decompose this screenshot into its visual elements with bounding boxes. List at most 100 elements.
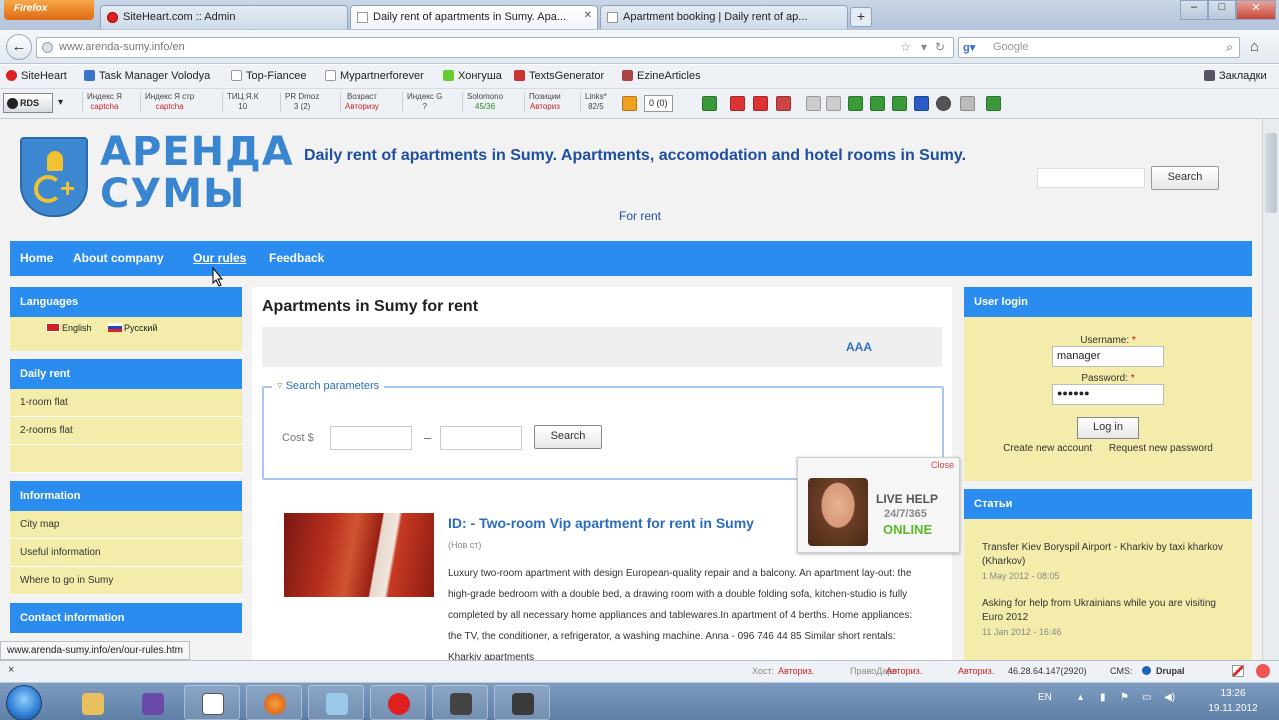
taskbar-firefox[interactable]: [246, 685, 302, 720]
password-field[interactable]: ●●●●●●: [1052, 384, 1164, 405]
host-value[interactable]: Авториз.: [778, 666, 814, 676]
home-icon[interactable]: ⌂: [1250, 38, 1259, 55]
dropdown-icon[interactable]: ▾: [921, 40, 927, 54]
taskbar-app[interactable]: [308, 685, 364, 720]
language-indicator[interactable]: EN: [1038, 692, 1052, 703]
seo-cell[interactable]: Индекс Я стр captcha: [140, 92, 198, 112]
taskbar-recorder[interactable]: [432, 685, 488, 720]
menu-item-1-room[interactable]: 1-room flat: [10, 389, 242, 417]
noscript-icon[interactable]: [1232, 665, 1244, 677]
seo-tool-icon[interactable]: [960, 96, 975, 111]
seo-cell[interactable]: PR Dmoz 3 (2): [280, 92, 323, 112]
font-size-control[interactable]: AAA: [846, 340, 872, 354]
seo-cell[interactable]: Links* 82/5: [580, 92, 611, 112]
gear-icon[interactable]: [936, 96, 951, 111]
request-password-link[interactable]: Request new password: [1109, 443, 1213, 454]
seo-tool-icon[interactable]: [870, 96, 885, 111]
seo-tool-icon[interactable]: [622, 96, 637, 111]
bookmark-siteheart[interactable]: SiteHeart: [6, 70, 67, 82]
language-russian[interactable]: Русский: [108, 323, 157, 333]
firefox-menu-button[interactable]: Firefox: [4, 0, 94, 20]
pravo-value[interactable]: Авториз.: [886, 666, 922, 676]
tab-daily-rent[interactable]: Daily rent of apartments in Sumy. Apa...…: [350, 5, 598, 29]
address-bar[interactable]: www.arenda-sumy.info/en ☆ ▾ ↻: [36, 37, 954, 58]
network-icon[interactable]: ▮: [1100, 692, 1106, 703]
site-logo[interactable]: АРЕНДА СУМЫ: [100, 131, 294, 215]
show-hidden-icons-icon[interactable]: ▴: [1078, 692, 1083, 703]
create-account-link[interactable]: Create new account: [1003, 443, 1092, 454]
nav-about-company[interactable]: About company: [73, 251, 164, 265]
bookmark-textsgenerator[interactable]: TextsGenerator: [514, 70, 604, 82]
seo-tool-icon[interactable]: [702, 96, 717, 111]
cost-min-input[interactable]: [330, 426, 412, 450]
site-search-input[interactable]: [1037, 168, 1145, 188]
bookmark-top-fiancee[interactable]: Top-Fiancee: [231, 70, 307, 82]
seo-tool-icon[interactable]: [730, 96, 745, 111]
minimize-button[interactable]: –: [1180, 0, 1208, 20]
cost-max-input[interactable]: [440, 426, 522, 450]
monitor-icon[interactable]: ▭: [1142, 692, 1151, 703]
site-search-button[interactable]: Search: [1151, 166, 1219, 190]
live-help-close[interactable]: Close: [931, 460, 954, 470]
nav-our-rules[interactable]: Our rules: [193, 251, 246, 265]
seo-tool-icon[interactable]: [826, 96, 841, 111]
maximize-button[interactable]: □: [1208, 0, 1236, 20]
reload-icon[interactable]: ↻: [935, 40, 945, 54]
close-statusbar-icon[interactable]: ×: [8, 664, 14, 676]
seo-cell[interactable]: Solomono 45/36: [462, 92, 507, 112]
seo-tool-icon[interactable]: [892, 96, 907, 111]
logo-shield-icon[interactable]: +: [20, 137, 88, 217]
flag-icon[interactable]: ⚑: [1120, 692, 1129, 703]
start-button[interactable]: [6, 685, 42, 720]
search-box[interactable]: g▾ Google ⌕: [958, 37, 1240, 58]
taskbar-opera[interactable]: [370, 685, 426, 720]
taskbar-vs[interactable]: [124, 685, 180, 720]
new-tab-button[interactable]: +: [850, 7, 872, 27]
nav-home[interactable]: Home: [20, 251, 53, 265]
close-tab-icon[interactable]: ✕: [584, 10, 592, 21]
menu-item-2-rooms[interactable]: 2-rooms flat: [10, 417, 242, 445]
search-icon[interactable]: ⌕: [1226, 40, 1233, 55]
google-icon[interactable]: g▾: [963, 41, 975, 54]
seo-cell[interactable]: Позиции Авториз: [524, 92, 565, 112]
article-title[interactable]: Transfer Kiev Boryspil Airport - Kharkiv…: [982, 541, 1234, 569]
taskbar-explorer[interactable]: [64, 685, 120, 720]
seo-tool-icon[interactable]: [806, 96, 821, 111]
auth-value[interactable]: Авториз.: [958, 666, 994, 676]
rds-button[interactable]: RDS: [3, 93, 53, 113]
listing-photo[interactable]: [284, 513, 434, 597]
username-field[interactable]: manager: [1052, 346, 1164, 367]
live-help-widget[interactable]: Close LIVE HELP 24/7/365 ONLINE: [797, 457, 960, 553]
menu-item-where-to-go[interactable]: Where to go in Sumy: [10, 567, 242, 595]
vertical-scrollbar[interactable]: [1262, 119, 1279, 660]
taskbar-notepad[interactable]: [184, 685, 240, 720]
seo-cell[interactable]: ТИЦ Я.К 10: [222, 92, 262, 112]
addon-icon[interactable]: [1256, 664, 1270, 678]
login-button[interactable]: Log in: [1077, 417, 1139, 439]
article-item[interactable]: Asking for help from Ukrainians while yo…: [964, 597, 1252, 639]
seo-cell[interactable]: Индекс G?: [402, 92, 446, 112]
search-legend[interactable]: ▿ Search parameters: [272, 379, 385, 392]
scrollbar-thumb[interactable]: [1265, 133, 1277, 213]
bookmarks-menu[interactable]: Закладки: [1204, 70, 1267, 82]
rds-dropdown-icon[interactable]: ▾: [58, 97, 63, 108]
nav-feedback[interactable]: Feedback: [269, 251, 324, 265]
back-button[interactable]: ←: [6, 34, 32, 60]
menu-item-useful-information[interactable]: Useful information: [10, 539, 242, 567]
seo-tool-icon[interactable]: [986, 96, 1001, 111]
seo-tool-icon[interactable]: [848, 96, 863, 111]
close-window-button[interactable]: ✕: [1236, 0, 1276, 20]
seo-cell[interactable]: Индекс Яcaptcha: [82, 92, 126, 112]
article-item[interactable]: Transfer Kiev Boryspil Airport - Kharkiv…: [964, 541, 1252, 583]
menu-item-city-map[interactable]: City map: [10, 511, 242, 539]
seo-tool-icon[interactable]: [776, 96, 791, 111]
listing-title[interactable]: ID: - Two-room Vip apartment for rent in…: [448, 515, 754, 531]
tab-siteheart[interactable]: SiteHeart.com :: Admin: [100, 5, 348, 29]
counter-badge[interactable]: 0 (0): [644, 95, 673, 112]
seo-cell[interactable]: Возраст Авторизу: [340, 92, 383, 112]
system-clock[interactable]: 13:26 19.11.2012: [1196, 686, 1270, 716]
bookmark-ezinearticles[interactable]: EzineArticles: [622, 70, 701, 82]
search-button[interactable]: Search: [534, 425, 602, 449]
bookmark-hongusha[interactable]: Хонгуша: [443, 70, 502, 82]
taskbar-camtasia[interactable]: [494, 685, 550, 720]
